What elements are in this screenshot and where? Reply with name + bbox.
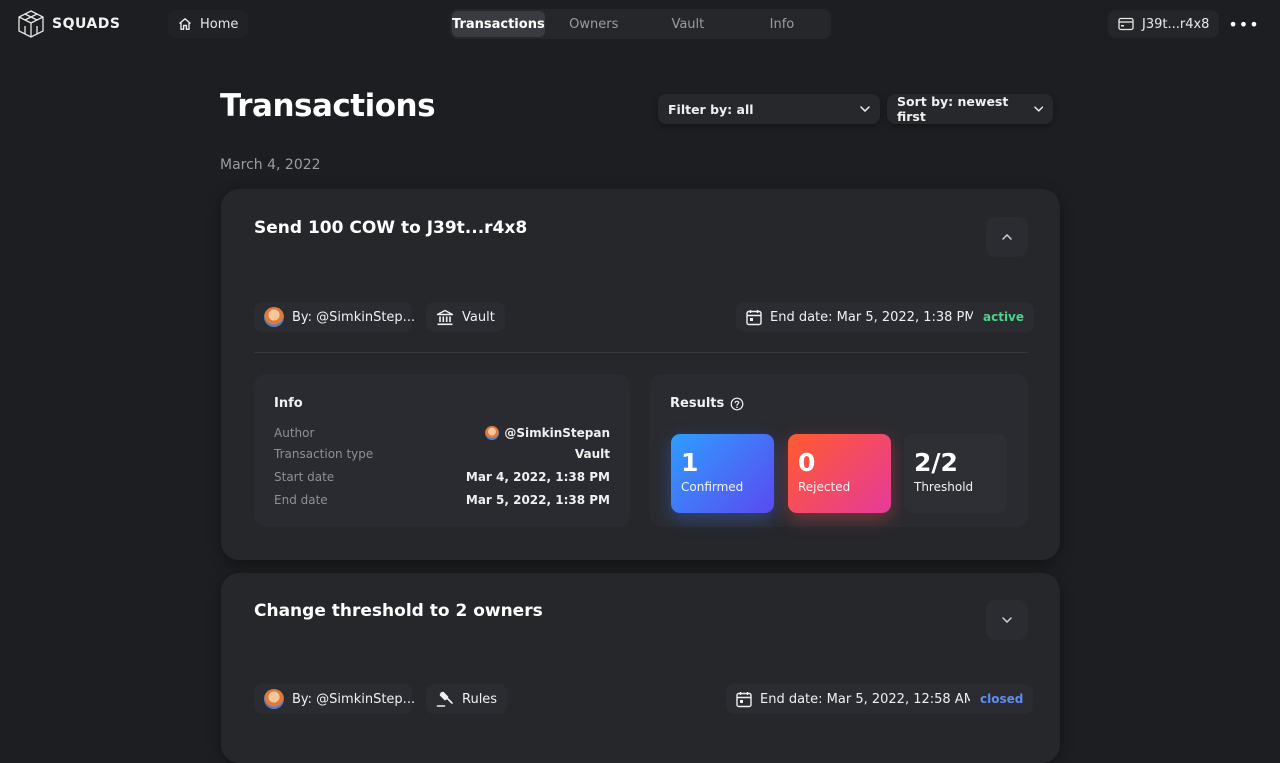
tab-info[interactable]: Info	[735, 11, 829, 37]
wallet-button[interactable]: J39t...r4x8	[1108, 10, 1220, 38]
threshold-label: Threshold	[914, 480, 974, 494]
author-label: By: @SimkinStep...	[292, 309, 416, 325]
avatar	[485, 426, 500, 440]
info-key: Author	[274, 426, 315, 440]
info-key: End date	[274, 493, 328, 507]
page-title: Transactions	[220, 88, 436, 124]
author-pill[interactable]: By: @SimkinStep...	[254, 302, 416, 332]
type-pill: Vault	[426, 302, 505, 332]
chevron-down-icon	[1033, 106, 1043, 112]
rejected-count: 0	[798, 448, 816, 477]
confirmed-label: Confirmed	[681, 480, 744, 494]
info-value: Mar 5, 2022, 1:38 PM	[465, 493, 610, 507]
rejected-label: Rejected	[798, 480, 851, 494]
gavel-icon	[436, 691, 453, 707]
transaction-title: Send 100 COW to J39t...r4x8	[254, 218, 528, 238]
info-value: Vault	[574, 447, 610, 461]
info-title: Info	[274, 396, 303, 411]
transaction-card: Send 100 COW to J39t...r4x8 By: @SimkinS…	[221, 189, 1060, 560]
tab-transactions[interactable]: Transactions	[452, 11, 545, 37]
avatar	[264, 689, 284, 709]
info-key: Start date	[274, 470, 335, 484]
transaction-title: Change threshold to 2 owners	[254, 601, 543, 621]
author-name: @SimkinStepan	[504, 426, 610, 440]
more-options-button[interactable]: •••	[1228, 12, 1260, 36]
confirmed-count: 1	[681, 448, 699, 477]
info-value: @SimkinStepan	[485, 426, 610, 440]
info-row-end-date: End date Mar 5, 2022, 1:38 PM	[274, 493, 610, 507]
transaction-meta: By: @SimkinStep... Rules End date: Mar 5	[254, 684, 1034, 714]
expand-button[interactable]	[986, 600, 1028, 640]
avatar	[264, 307, 284, 327]
results-title: Results	[670, 396, 725, 411]
divider	[254, 352, 1028, 353]
home-icon	[179, 18, 191, 30]
chevron-up-icon	[1002, 234, 1012, 240]
info-key: Transaction type	[274, 447, 374, 461]
chevron-down-icon	[860, 106, 870, 112]
app-name: SQUADS	[52, 16, 121, 32]
more-icon: •••	[1228, 14, 1260, 34]
rejected-count-card: 0 Rejected	[788, 434, 891, 513]
sort-label: Sort by: newest first	[897, 94, 1009, 124]
main-nav: Transactions Owners Vault Info	[450, 9, 831, 39]
filter-label: Filter by: all	[668, 101, 754, 117]
home-button[interactable]: Home	[168, 10, 249, 38]
collapse-button[interactable]	[986, 217, 1028, 257]
threshold-card: 2/2 Threshold	[904, 434, 1007, 513]
results-title-row: Results	[670, 396, 744, 411]
author-pill[interactable]: By: @SimkinStep...	[254, 684, 416, 714]
end-date-label: End date: Mar 5, 2022, 1:38 PM	[770, 309, 976, 325]
tab-vault[interactable]: Vault	[641, 11, 735, 37]
wallet-icon	[1118, 17, 1134, 31]
help-icon[interactable]	[730, 397, 744, 411]
status-badge: active	[973, 302, 1035, 332]
date-group-label: March 4, 2022	[220, 157, 321, 173]
squads-logo-icon	[18, 10, 44, 38]
home-label: Home	[200, 16, 239, 32]
end-date-label: End date: Mar 5, 2022, 12:58 AM	[760, 691, 975, 707]
info-panel: Info Author @SimkinStepan Transaction ty…	[254, 374, 630, 527]
wallet-address: J39t...r4x8	[1142, 16, 1210, 32]
author-label: By: @SimkinStep...	[292, 691, 416, 707]
sort-select[interactable]: Sort by: newest first	[887, 94, 1053, 124]
type-pill: Rules	[426, 684, 508, 714]
end-date-pill: End date: Mar 5, 2022, 1:38 PM	[736, 302, 986, 332]
info-row-type: Transaction type Vault	[274, 447, 610, 461]
app-logo[interactable]: SQUADS	[16, 9, 120, 39]
tab-owners[interactable]: Owners	[547, 11, 641, 37]
transaction-card: Change threshold to 2 owners By: @Simkin…	[221, 573, 1060, 763]
bank-icon	[436, 309, 454, 325]
chevron-down-icon	[1002, 617, 1012, 623]
transaction-meta: By: @SimkinStep... Vault End date: Mar 5…	[254, 302, 1035, 332]
calendar-icon	[746, 309, 762, 325]
info-value: Mar 4, 2022, 1:38 PM	[465, 470, 610, 484]
type-label: Vault	[462, 309, 495, 325]
filter-select[interactable]: Filter by: all	[658, 94, 880, 124]
info-row-start-date: Start date Mar 4, 2022, 1:38 PM	[274, 470, 610, 484]
top-bar: SQUADS Home Transactions Owners Vault In…	[0, 0, 1280, 48]
calendar-icon	[736, 691, 752, 707]
results-panel: Results 1 Confirmed 0 Rejected 2/2 Thres…	[650, 374, 1028, 527]
end-date-pill: End date: Mar 5, 2022, 12:58 AM	[726, 684, 985, 714]
info-row-author: Author @SimkinStepan	[274, 426, 610, 440]
threshold-value: 2/2	[914, 448, 958, 477]
status-badge: closed	[970, 684, 1034, 714]
confirmed-count-card: 1 Confirmed	[671, 434, 774, 513]
type-label: Rules	[462, 691, 498, 707]
